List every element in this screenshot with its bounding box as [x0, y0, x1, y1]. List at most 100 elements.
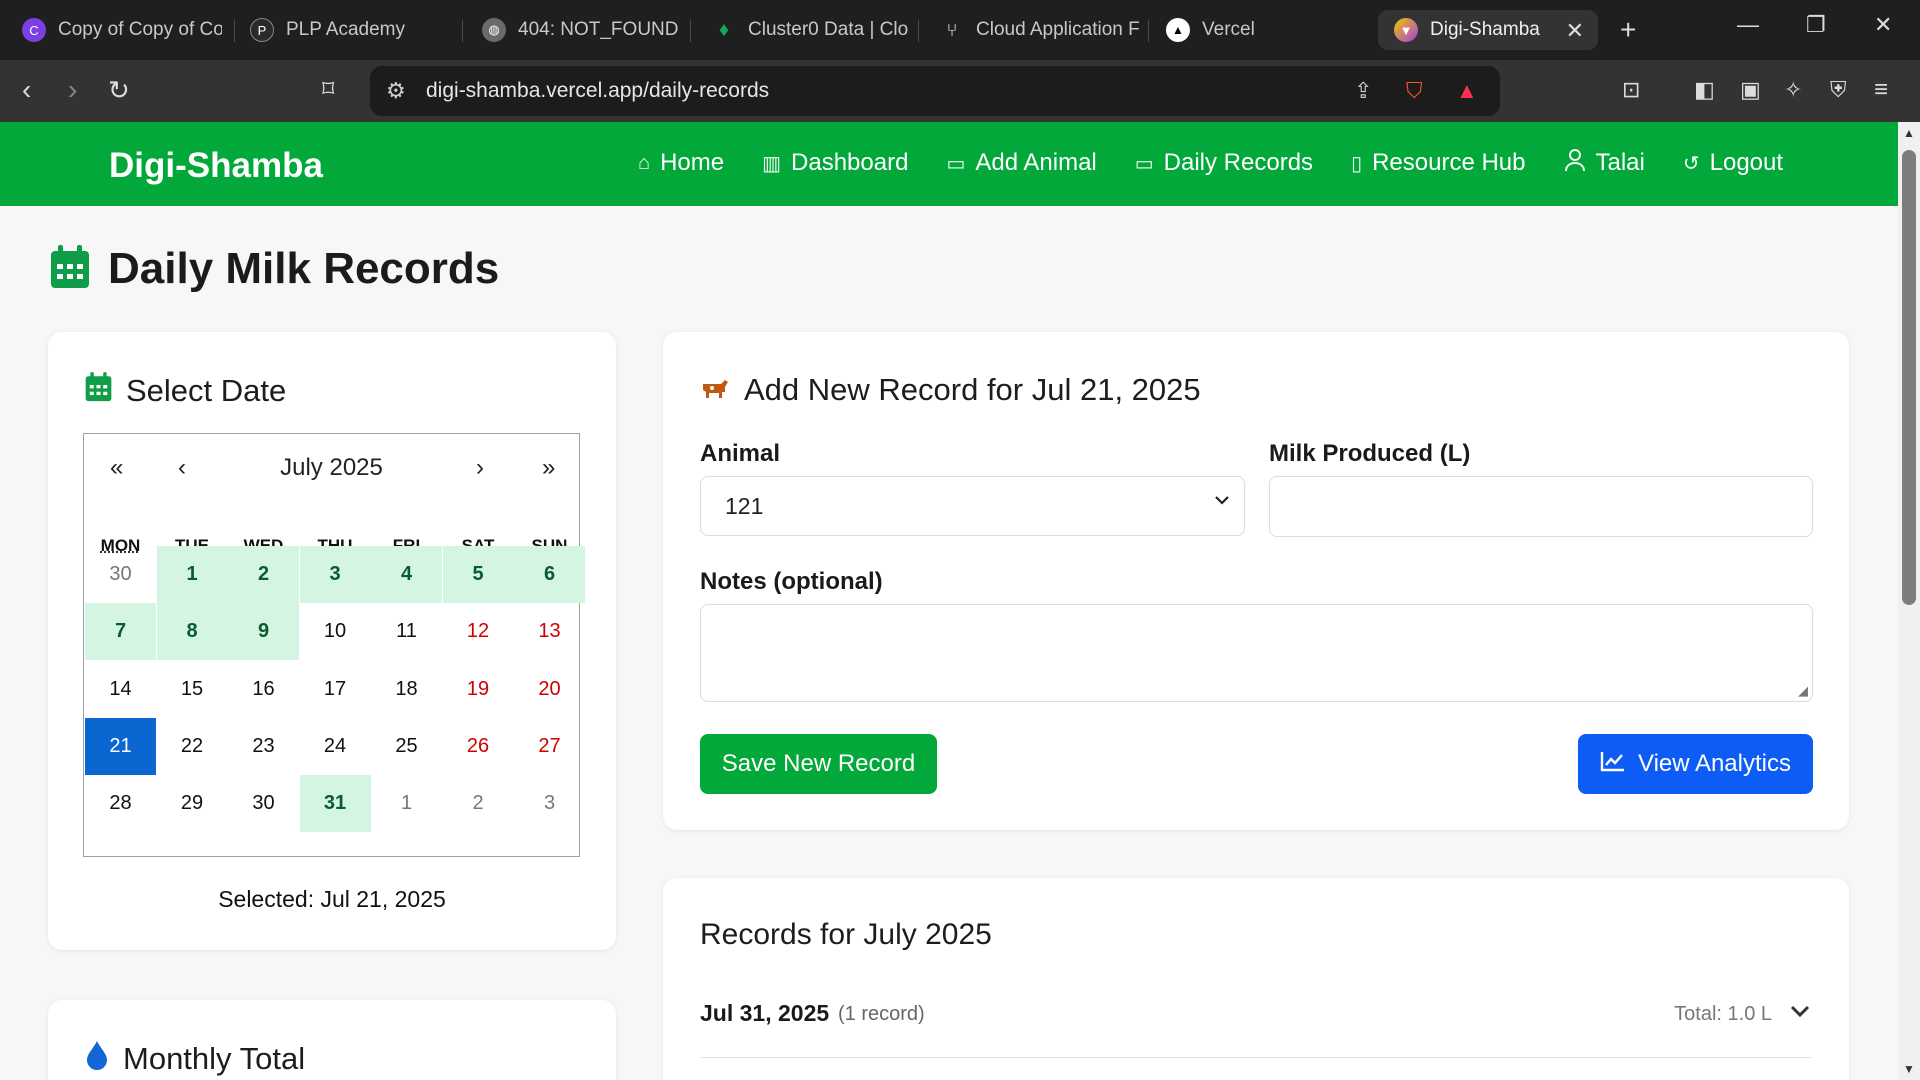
calendar-day[interactable]: 24	[300, 718, 371, 775]
calendar-day[interactable]: 16	[228, 661, 299, 718]
nav-add-animal[interactable]: ▭ Add Animal	[946, 148, 1096, 178]
calendar-day[interactable]: 1	[371, 775, 442, 832]
calendar-day[interactable]: 1	[156, 546, 228, 603]
browser-tab-active[interactable]: ▼ Digi-Shamba ✕	[1378, 10, 1598, 50]
calendar-day[interactable]: 28	[85, 775, 156, 832]
minimize-icon[interactable]: —	[1737, 12, 1759, 38]
tab-separator	[234, 20, 235, 42]
calendar-day[interactable]: 3	[299, 546, 371, 603]
calendar-day[interactable]: 30	[85, 546, 156, 603]
share-icon[interactable]: ⇪	[1354, 78, 1372, 104]
restore-icon[interactable]: ❐	[1806, 12, 1826, 38]
calendar-day[interactable]: 31	[299, 775, 371, 833]
address-bar[interactable]: ⚙ digi-shamba.vercel.app/daily-records ⇪…	[370, 66, 1500, 116]
notes-textarea[interactable]: ◢	[700, 604, 1813, 702]
record-group-row[interactable]: Jul 31, 2025 (1 record) Total: 1.0 L	[700, 996, 1812, 1058]
calendar-day[interactable]: 14	[85, 661, 156, 718]
resize-handle-icon[interactable]: ◢	[1798, 683, 1808, 699]
forward-icon[interactable]: ›	[68, 73, 77, 107]
browser-toolbar: ‹ › ↻ ⌑ ⚙ digi-shamba.vercel.app/daily-r…	[0, 60, 1920, 122]
sidebar-icon[interactable]: ◧	[1694, 73, 1715, 107]
calendar-day[interactable]: 25	[371, 718, 442, 775]
save-record-button[interactable]: Save New Record	[700, 734, 937, 794]
calendar-day[interactable]: 9	[228, 603, 299, 661]
scrollbar-thumb[interactable]	[1902, 150, 1916, 605]
calendar-day[interactable]: 27	[514, 718, 585, 775]
digi-shamba-icon: ▼	[1394, 18, 1418, 42]
nav-dashboard[interactable]: ▥ Dashboard	[762, 148, 908, 178]
nav-home[interactable]: ⌂ Home	[638, 148, 724, 178]
calendar-day[interactable]: 26	[443, 718, 514, 775]
calendar-month-label[interactable]: July 2025	[84, 454, 579, 482]
button-label: Save New Record	[721, 750, 916, 777]
nav-label: Talai	[1595, 149, 1645, 176]
browser-tab[interactable]: ♦ Cluster0 Data | Clou	[712, 10, 908, 50]
canva-icon: C	[22, 18, 46, 42]
animal-select[interactable]: 121	[700, 476, 1245, 536]
calendar-day[interactable]: 5	[442, 546, 514, 603]
vpn-icon[interactable]: ⛨	[1830, 73, 1847, 107]
site-info-icon[interactable]: ⚙	[386, 78, 406, 104]
brave-shields-icon[interactable]: ⛉	[1406, 78, 1423, 104]
calendar-day[interactable]: 4	[371, 546, 442, 603]
screenshot-icon[interactable]: ⊡	[1622, 73, 1640, 107]
url-text[interactable]: digi-shamba.vercel.app/daily-records	[426, 79, 769, 103]
bookmark-icon[interactable]: ⌑	[322, 73, 334, 107]
calendar-day[interactable]: 22	[157, 718, 228, 775]
browser-tab[interactable]: C Copy of Copy of Co	[22, 10, 222, 50]
calendar-day[interactable]: 6	[514, 546, 585, 603]
calendar-day[interactable]: 21	[85, 717, 156, 775]
menu-icon[interactable]: ≡	[1874, 73, 1888, 107]
brand-logo[interactable]: Digi-Shamba	[109, 146, 323, 186]
browser-tab[interactable]: ⑂ Cloud Application F	[940, 10, 1140, 50]
calendar-day[interactable]: 2	[443, 775, 514, 832]
calendar-day[interactable]: 12	[443, 603, 514, 660]
new-tab-button[interactable]: +	[1620, 14, 1636, 46]
nav-label: Daily Records	[1163, 149, 1314, 176]
calendar-day[interactable]: 11	[371, 603, 442, 660]
calendar-day[interactable]: 19	[443, 661, 514, 718]
calendar-day[interactable]: 18	[371, 661, 442, 718]
nav-user-profile[interactable]: Talai	[1564, 148, 1645, 178]
leo-ai-icon[interactable]: ✧	[1784, 73, 1802, 107]
chevron-down-icon[interactable]	[1790, 1004, 1810, 1023]
nav-resource-hub[interactable]: ▯ Resource Hub	[1351, 148, 1525, 178]
calendar-day[interactable]: 2	[228, 546, 299, 603]
calendar-day[interactable]: 29	[157, 775, 228, 832]
next-month-button[interactable]: ›	[476, 454, 484, 482]
calendar-day[interactable]: 10	[300, 603, 371, 660]
calendar-day[interactable]: 30	[228, 775, 299, 832]
browser-tab-bar: C Copy of Copy of Co P PLP Academy ◍ 404…	[0, 0, 1920, 60]
user-icon	[1564, 148, 1586, 178]
tab-label: Digi-Shamba	[1430, 19, 1540, 40]
nav-daily-records[interactable]: ▭ Daily Records	[1135, 148, 1313, 178]
reload-icon[interactable]: ↻	[108, 73, 130, 107]
calendar-day[interactable]: 7	[85, 603, 156, 661]
back-icon[interactable]: ‹	[22, 73, 31, 107]
nav-logout[interactable]: ↺ Logout	[1683, 148, 1783, 178]
view-analytics-button[interactable]: View Analytics	[1578, 734, 1813, 794]
browser-tab[interactable]: ◍ 404: NOT_FOUND	[482, 10, 682, 50]
browser-tab[interactable]: ▲ Vercel	[1166, 10, 1366, 50]
add-record-header: Add New Record for Jul 21, 2025	[700, 372, 1201, 408]
selected-date-text: Selected: Jul 21, 2025	[218, 886, 446, 912]
calendar-day[interactable]: 17	[300, 661, 371, 718]
browser-tab[interactable]: P PLP Academy	[250, 10, 450, 50]
calendar-day[interactable]: 23	[228, 718, 299, 775]
milk-produced-input[interactable]	[1269, 476, 1813, 537]
calendar-day[interactable]: 20	[514, 661, 585, 718]
wallet-icon[interactable]: ▣	[1740, 73, 1761, 107]
records-header: Records for July 2025	[700, 918, 992, 952]
calendar-day[interactable]: 3	[514, 775, 585, 832]
calendar-day[interactable]: 13	[514, 603, 585, 660]
brave-rewards-icon[interactable]: ▲	[1456, 78, 1478, 104]
scroll-up-icon[interactable]: ▲	[1903, 126, 1915, 140]
scroll-down-icon[interactable]: ▼	[1903, 1062, 1915, 1076]
tab-label: PLP Academy	[286, 19, 406, 40]
calendar-day[interactable]: 8	[156, 603, 228, 661]
close-tab-icon[interactable]: ✕	[1566, 18, 1584, 44]
next-year-button[interactable]: »	[542, 454, 555, 482]
calendar-day[interactable]: 15	[157, 661, 228, 718]
nav-links: ⌂ Home ▥ Dashboard ▭ Add Animal ▭ Daily …	[638, 148, 1783, 178]
close-window-icon[interactable]: ✕	[1874, 12, 1892, 38]
